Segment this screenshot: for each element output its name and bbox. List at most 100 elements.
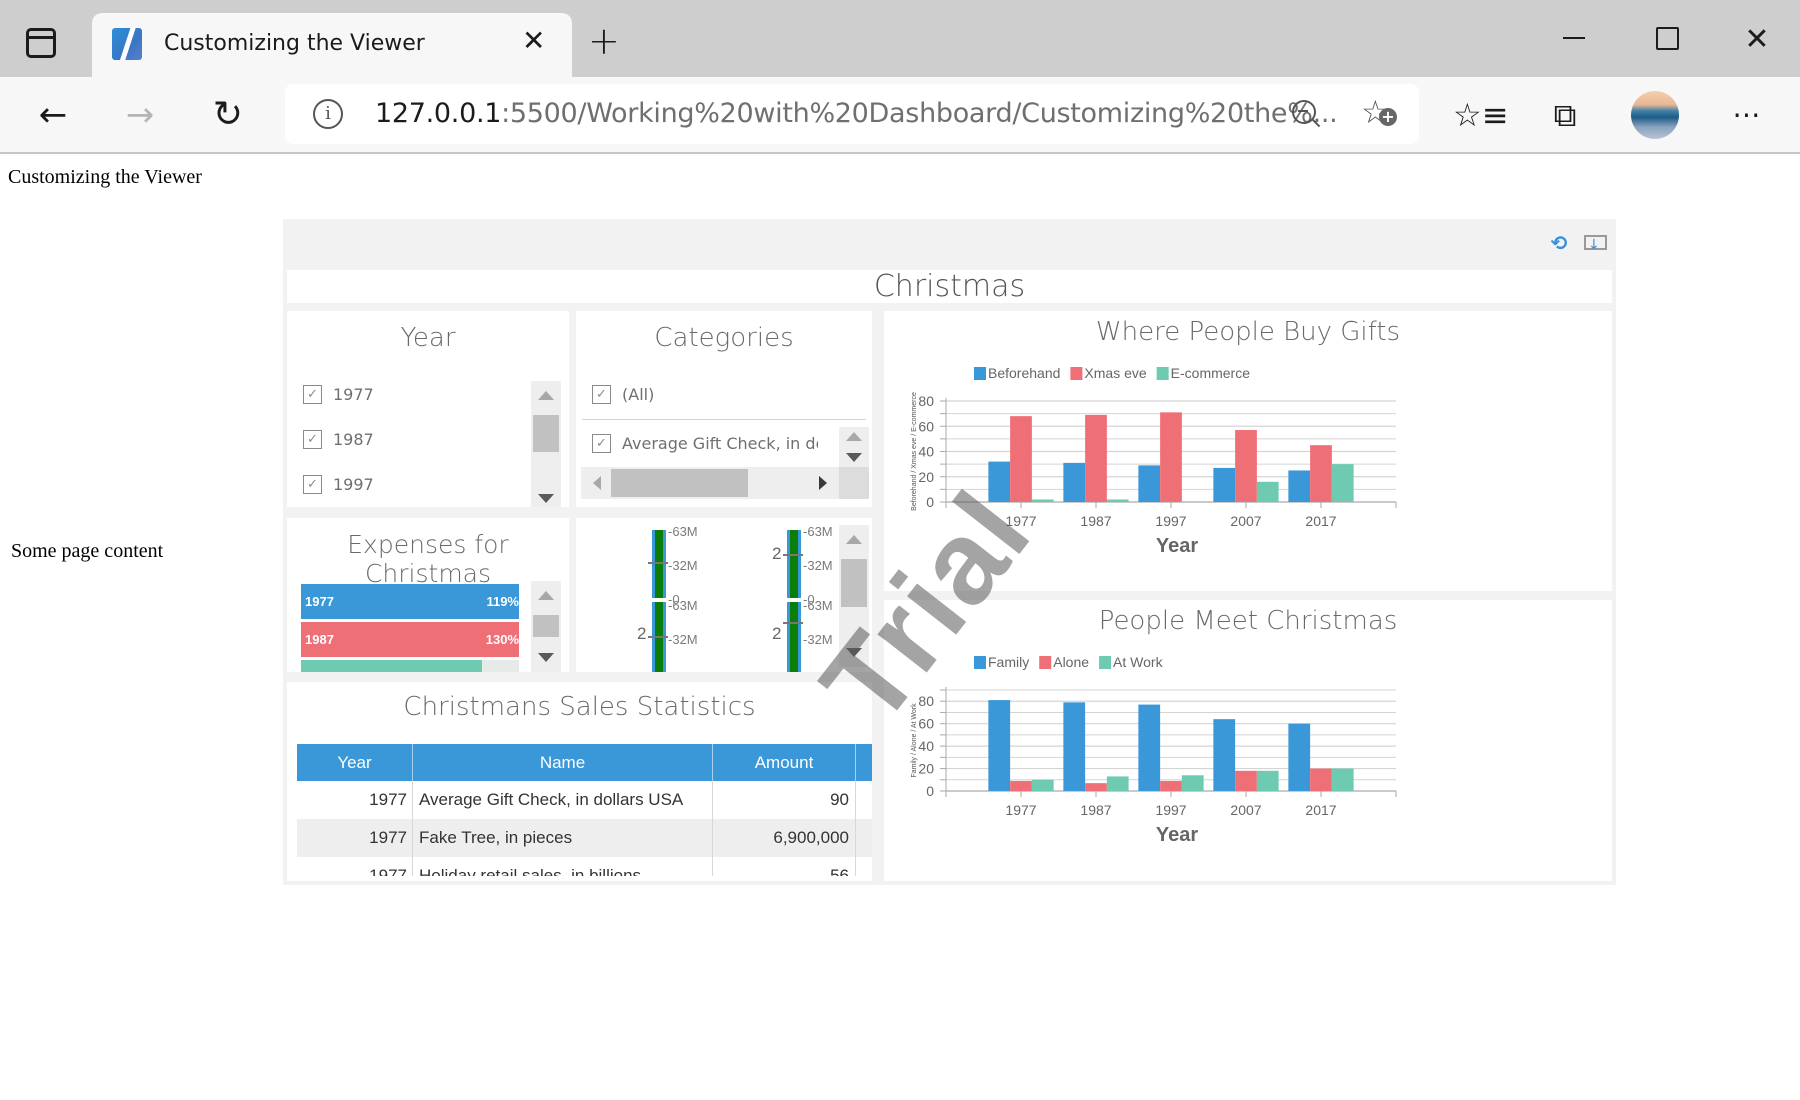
checkbox[interactable]: ✓ [303, 385, 322, 404]
gauges-panel: -63M -32M -0 2 -63M -32M -0 2 -63M -32M … [576, 518, 872, 672]
expense-bar[interactable] [301, 660, 482, 672]
profile-avatar[interactable] [1631, 91, 1679, 139]
scroll-up-icon[interactable] [538, 591, 554, 600]
more-menu-icon[interactable]: ⋯ [1725, 95, 1769, 135]
bar [1031, 499, 1054, 502]
forward-button[interactable]: → [118, 93, 162, 137]
checkbox[interactable]: ✓ [592, 385, 611, 404]
y-tick-label: 80 [918, 693, 934, 709]
url-text[interactable]: 127.0.0.1:5500/Working%20with%20Dashboar… [375, 98, 1338, 129]
x-tick-label: 1977 [1005, 802, 1036, 818]
expense-bar[interactable]: 1977 119% [301, 584, 519, 619]
scroll-thumb[interactable] [533, 415, 559, 452]
legend-label: At Work [1113, 654, 1164, 670]
table-row[interactable]: 1977 Average Gift Check, in dollars USA … [297, 781, 872, 819]
sales-grid: Year Name Amount 1977 Average Gift Check… [297, 744, 872, 876]
scroll-down-icon[interactable] [846, 648, 862, 657]
scroll-left-icon[interactable] [593, 476, 601, 490]
gauge-tick: -32M [668, 632, 698, 647]
browser-tab[interactable]: Customizing the Viewer ✕ [92, 13, 572, 77]
gauge-track [787, 602, 801, 672]
collections-icon[interactable]: ⧉ [1543, 95, 1587, 135]
scroll-thumb[interactable] [841, 559, 867, 607]
year-filter-title: Year [400, 323, 456, 353]
expense-bar-percent: 130% [485, 632, 519, 647]
x-tick-label: 1997 [1155, 802, 1186, 818]
back-button[interactable]: ← [31, 93, 75, 137]
cell-name: Holiday retail sales, in billions [413, 857, 713, 876]
gauge-needle [648, 636, 668, 638]
bar [1031, 779, 1054, 791]
table-row[interactable]: 1977 Fake Tree, in pieces 6,900,000 [297, 819, 872, 857]
categories-filter-panel: Categories ✓ (All) ✓ Average Gift Check,… [576, 311, 872, 507]
expense-bar[interactable]: 1987 130% [301, 622, 519, 657]
gauge-fill [655, 530, 663, 598]
expenses-title: Expenses for Christmas [347, 530, 509, 588]
bar-chart: Beforehand Xmas eve E-commerce 0 20 40 60 80Bef… [911, 365, 1397, 557]
scroll-thumb[interactable] [611, 469, 748, 497]
site-info-icon[interactable]: i [313, 99, 343, 129]
scroll-up-icon[interactable] [846, 535, 862, 544]
tab-actions-icon[interactable] [26, 28, 56, 58]
add-favorite-icon[interactable]: ☆ [1361, 94, 1397, 130]
cell-amount: 90 [713, 781, 856, 819]
page-heading: Customizing the Viewer [8, 166, 202, 188]
gauges-scrollbar[interactable] [839, 525, 869, 667]
favorites-icon[interactable]: ☆≡ [1453, 95, 1509, 135]
page-content-text: Some page content [11, 540, 164, 562]
tab-title: Customizing the Viewer [164, 31, 425, 56]
legend-label: Xmas eve [1084, 365, 1146, 381]
scroll-down-icon[interactable] [846, 453, 862, 462]
checkbox[interactable]: ✓ [592, 434, 611, 453]
scroll-corner [839, 467, 869, 499]
scroll-right-icon[interactable] [819, 476, 827, 490]
categories-hscrollbar[interactable] [581, 467, 839, 499]
gauge-tick: -32M [668, 558, 698, 573]
cell-year: 1977 [297, 781, 413, 819]
gauge-needle [783, 554, 803, 556]
reload-button[interactable]: ↻ [206, 93, 250, 137]
year-item-label: 1997 [333, 475, 374, 494]
bar [1010, 780, 1032, 791]
legend-swatch [974, 656, 986, 669]
close-window-button[interactable]: ✕ [1737, 20, 1777, 60]
column-header-year[interactable]: Year [297, 744, 413, 781]
scroll-down-icon[interactable] [538, 653, 554, 662]
bar [1256, 770, 1279, 791]
scroll-thumb[interactable] [533, 615, 559, 637]
table-row[interactable]: 1977 Holiday retail sales, in billions 5… [297, 857, 872, 876]
year-filter-scrollbar[interactable] [531, 381, 561, 507]
export-dashboard-icon[interactable] [1583, 232, 1607, 254]
x-tick-label: 1987 [1080, 513, 1111, 529]
column-header-amount[interactable]: Amount [713, 744, 856, 781]
minimize-window-button[interactable] [1553, 20, 1593, 60]
maximize-window-button[interactable] [1645, 20, 1685, 60]
zoom-out-icon[interactable] [1290, 98, 1322, 130]
chart-people-meet-christmas: People Meet Christmas Family Alone At Work… [884, 600, 1612, 881]
tab-close-icon[interactable]: ✕ [522, 27, 545, 55]
address-bar[interactable]: i 127.0.0.1:5500/Working%20with%20Dashbo… [285, 84, 1419, 144]
bar [1106, 499, 1129, 502]
expense-bar-year: 1987 [305, 632, 334, 647]
linear-gauge: 2 -63M -32M [636, 592, 726, 672]
cell-year: 1977 [297, 857, 413, 876]
reload-dashboard-icon[interactable]: ⟲ [1548, 232, 1570, 254]
gauge-fill [790, 602, 798, 672]
new-tab-button[interactable]: + [588, 22, 620, 60]
scroll-up-icon[interactable] [846, 432, 862, 441]
checkbox[interactable]: ✓ [303, 430, 322, 449]
url-host: 127.0.0.1 [375, 98, 502, 129]
checkbox[interactable]: ✓ [303, 475, 322, 494]
scroll-down-icon[interactable] [538, 494, 554, 503]
gauge-track [787, 530, 801, 598]
bar [1310, 768, 1332, 791]
gauge-tick: -32M [803, 558, 833, 573]
dashboard-title-panel: Christmas [287, 270, 1612, 303]
category-item[interactable]: ✓ Average Gift Check, in dollars USA [592, 432, 818, 458]
expenses-scrollbar[interactable] [531, 581, 561, 672]
categories-vscrollbar[interactable] [839, 427, 869, 467]
bar [1235, 770, 1257, 791]
column-header-name[interactable]: Name [413, 744, 713, 781]
scroll-up-icon[interactable] [538, 391, 554, 400]
gauge-tick: -63M [668, 524, 698, 539]
